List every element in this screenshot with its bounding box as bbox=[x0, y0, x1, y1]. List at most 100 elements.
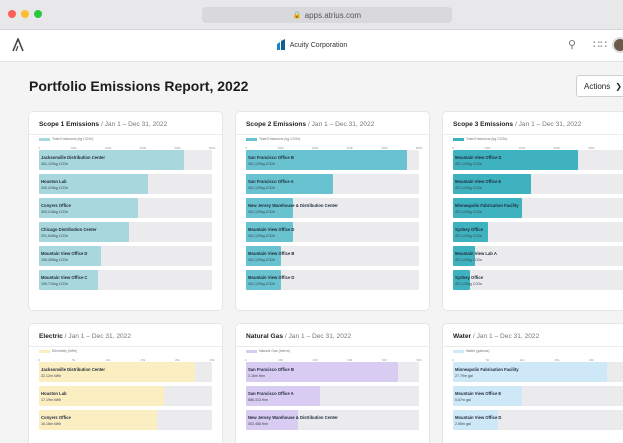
bar-row[interactable]: San Francisco Office A 886,313 thm bbox=[246, 386, 419, 406]
minimize-window-button[interactable] bbox=[21, 10, 29, 18]
card-title-metric: Scope 1 Emissions bbox=[39, 121, 100, 128]
bar-value: 16.18m kWh bbox=[41, 422, 62, 426]
bar-row[interactable]: Jacksonville Distribution Center 22.12m k… bbox=[39, 362, 212, 382]
address-bar[interactable]: 🔒 apps.atrius.com bbox=[202, 7, 452, 23]
card-divider bbox=[29, 134, 222, 135]
bar-row[interactable]: Minneapolis Fabrication Facility 27.79m g… bbox=[453, 362, 623, 382]
card-title-metric: Scope 3 Emissions bbox=[453, 121, 514, 128]
bar-label: Mountain View Office B bbox=[248, 251, 295, 256]
bar-label: Chicago Distribution Center bbox=[41, 227, 97, 232]
bar-row[interactable]: Mountain View Office D 2.85m gal bbox=[453, 410, 623, 430]
bar-row[interactable]: Mountain View Office E 5.67m gal bbox=[453, 386, 623, 406]
actions-label: Actions bbox=[584, 81, 611, 91]
bar-value: 401,129kg CO2e bbox=[248, 282, 276, 286]
legend-swatch bbox=[453, 349, 464, 353]
bar-value: 401,129kg CO2e bbox=[455, 210, 483, 214]
page-title: Portfolio Emissions Report, 2022 bbox=[29, 78, 249, 94]
bar-row[interactable]: Mountain View Office D 401,129kg CO2e bbox=[246, 222, 419, 242]
browser-window: 🔒 apps.atrius.com Acuity Corporation ⚲ ∷… bbox=[0, 0, 623, 443]
bar-row[interactable]: Conyers Office 309,218kg CO2e bbox=[39, 198, 212, 218]
bar-value: 401,129kg CO2e bbox=[248, 210, 276, 214]
card-title-metric: Electric bbox=[39, 333, 63, 340]
bar-fill bbox=[39, 174, 148, 194]
bar-row[interactable]: Conyers Office 16.18m kWh bbox=[39, 410, 212, 430]
bar-row[interactable]: San Francisco Office B 451,129kg CO2e bbox=[246, 150, 419, 170]
bar-row[interactable]: San Francisco Office A 401,129kg CO2e bbox=[246, 174, 419, 194]
bar-label: Minneapolis Fabrication Facility bbox=[455, 367, 519, 372]
maximize-window-button[interactable] bbox=[34, 10, 42, 18]
bar-value: 302,468 thm bbox=[248, 422, 268, 426]
bar-row[interactable]: Mountain View Office D 401,129kg CO2e bbox=[246, 270, 419, 290]
card-title: Scope 3 Emissions / Jan 1 – Dec 31, 2022 bbox=[453, 121, 581, 128]
bar-fill bbox=[39, 362, 195, 382]
legend-label: Electricity (kWh) bbox=[52, 349, 78, 353]
legend-swatch bbox=[246, 137, 257, 141]
close-window-button[interactable] bbox=[8, 10, 16, 18]
bar-value: 401,129kg CO2e bbox=[248, 186, 276, 190]
bar-row[interactable]: Mountain View Office D 451,129kg CO2e bbox=[453, 150, 623, 170]
bar-row[interactable]: Chicago Distribution Center 291,845kg CO2… bbox=[39, 222, 212, 242]
bar-value: 451,129kg CO2e bbox=[41, 162, 69, 166]
apps-grid-icon[interactable]: ∷∷ bbox=[593, 38, 607, 51]
emissions-card: Scope 1 Emissions / Jan 1 – Dec 31, 2022… bbox=[29, 112, 222, 310]
bar-label: New Jersey Warehouse & Distribution Cent… bbox=[248, 415, 338, 420]
bar-row[interactable]: Sydney Office 401,129kg CO2e bbox=[453, 270, 623, 290]
bar-row[interactable]: Jacksonville Distribution Center 451,129k… bbox=[39, 150, 212, 170]
search-icon[interactable]: ⚲ bbox=[568, 38, 576, 51]
avatar[interactable] bbox=[612, 37, 623, 53]
bar-fill bbox=[246, 150, 407, 170]
bar-value: 401,129kg CO2e bbox=[455, 234, 483, 238]
bar-label: Mountain View Office E bbox=[455, 179, 502, 184]
bar-fill bbox=[39, 222, 129, 242]
bar-row[interactable]: Houston Lab 17.19m kWh bbox=[39, 386, 212, 406]
bar-label: Sydney Office bbox=[455, 227, 483, 232]
bar-label: Houston Lab bbox=[41, 391, 67, 396]
legend-swatch bbox=[39, 137, 50, 141]
bar-label: San Francisco Office B bbox=[248, 155, 294, 160]
card-title-range: / Jan 1 – Dec 31, 2022 bbox=[471, 333, 540, 340]
bar-row[interactable]: Houston Lab 340,419kg CO2e bbox=[39, 174, 212, 194]
card-title-range: / Jan 1 – Dec 31, 2022 bbox=[306, 121, 375, 128]
bar-fill bbox=[246, 246, 281, 266]
bar-value: 17.19m kWh bbox=[41, 398, 62, 402]
actions-button[interactable]: Actions ❯ bbox=[576, 75, 623, 97]
chevron-down-icon: ❯ bbox=[615, 81, 622, 91]
bar-value: 196,459kg CO2e bbox=[41, 258, 69, 262]
bar-row[interactable]: San Francisco Office B 1.16m thm bbox=[246, 362, 419, 382]
bar-fill bbox=[453, 362, 607, 382]
chart-legend: Total Emissions (kg CO2e) bbox=[39, 137, 93, 141]
bar-row[interactable]: Minneapolis Fabrication Facility 401,129k… bbox=[453, 198, 623, 218]
bar-label: Mountain View Office D bbox=[41, 251, 88, 256]
bar-row[interactable]: Mountain View Office B 401,129kg CO2e bbox=[246, 246, 419, 266]
bar-row[interactable]: Mountain View Lab A 401,129kg CO2e bbox=[453, 246, 623, 266]
bar-row[interactable]: New Jersey Warehouse & Distribution Cent… bbox=[246, 198, 419, 218]
legend-swatch bbox=[39, 349, 50, 353]
bar-fill bbox=[39, 150, 185, 170]
bar-row[interactable]: Mountain View Office D 196,459kg CO2e bbox=[39, 246, 212, 266]
bar-label: Mountain View Office E bbox=[455, 391, 502, 396]
chart-legend: Natural Gas (therm) bbox=[246, 349, 290, 353]
card-title: Scope 2 Emissions / Jan 1 – Dec 31, 2022 bbox=[246, 121, 374, 128]
emissions-card: Water / Jan 1 – Dec 31, 2022 Water (gallo… bbox=[443, 324, 623, 443]
bar-label: Mountain View Office D bbox=[455, 415, 502, 420]
bar-label: Houston Lab bbox=[41, 179, 67, 184]
bar-label: New Jersey Warehouse & Distribution Cent… bbox=[248, 203, 338, 208]
legend-label: Natural Gas (therm) bbox=[259, 349, 290, 353]
bar-label: San Francisco Office B bbox=[248, 367, 294, 372]
emissions-card: Scope 2 Emissions / Jan 1 – Dec 31, 2022… bbox=[236, 112, 429, 310]
bar-row[interactable]: New Jersey Warehouse & Distribution Cent… bbox=[246, 410, 419, 430]
bar-fill bbox=[453, 222, 488, 242]
card-title-metric: Water bbox=[453, 333, 472, 340]
bar-fill bbox=[39, 410, 157, 430]
bar-value: 401,129kg CO2e bbox=[455, 282, 483, 286]
bar-row[interactable]: Mountain View Office E 401,129kg CO2e bbox=[453, 174, 623, 194]
bar-row[interactable]: Sydney Office 401,129kg CO2e bbox=[453, 222, 623, 242]
bar-value: 291,845kg CO2e bbox=[41, 234, 69, 238]
bar-fill bbox=[246, 410, 298, 430]
acuity-logo-icon bbox=[276, 39, 285, 50]
bar-fill bbox=[39, 386, 164, 406]
bar-row[interactable]: Mountain View Office C 199,719kg CO2e bbox=[39, 270, 212, 290]
legend-swatch bbox=[246, 349, 257, 353]
bar-fill bbox=[453, 174, 531, 194]
card-divider bbox=[236, 346, 429, 347]
